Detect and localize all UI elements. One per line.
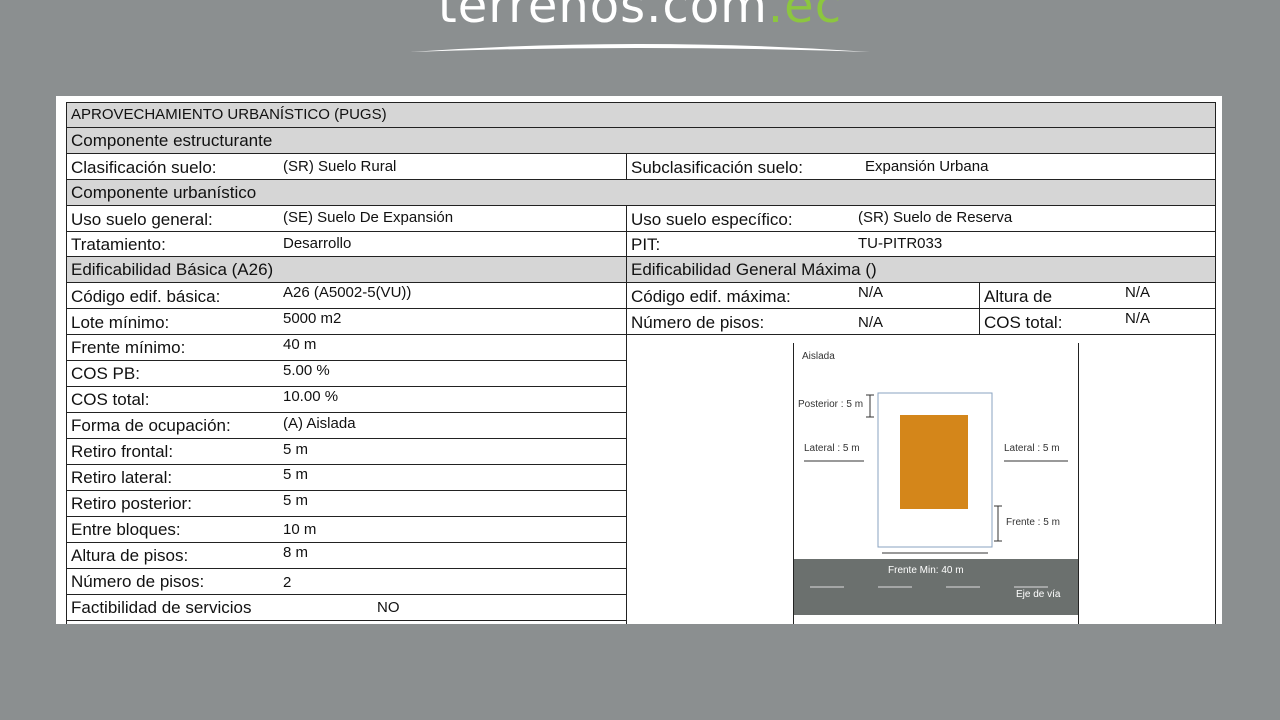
maxima-cos-value: N/A <box>1125 310 1151 327</box>
basica-row-label: Código edif. básica: <box>71 287 221 306</box>
basica-row-value: A26 (A5002-5(VU)) <box>283 284 412 301</box>
table-row: Retiro frontal: 5 m <box>67 439 627 465</box>
section-urbanistico: Componente urbanístico <box>67 180 1215 206</box>
table-row: Entre bloques: 10 m <box>67 517 627 543</box>
lateral-right-label: Lateral : 5 m <box>1004 443 1060 454</box>
maxima-cos-label: COS total: <box>984 313 1063 332</box>
basica-row-value: 10.00 % <box>283 388 339 405</box>
basica-row-label: COS total: <box>71 390 150 409</box>
eje-via-label: Eje de vía <box>1016 589 1061 600</box>
maxima-altura-value: N/A <box>1125 284 1151 301</box>
maxima-codigo-label: Código edif. máxima: <box>631 287 791 306</box>
basica-row-value: (A) Aislada <box>283 415 356 432</box>
basica-row-label: Retiro lateral: <box>71 468 173 487</box>
table-row: Tratamiento: Desarrollo PIT: TU-PITR033 <box>67 232 1215 257</box>
basica-row-value: 8 m <box>283 544 309 561</box>
table-row: COS total: 10.00 % <box>67 387 627 413</box>
basica-row-label: COS PB: <box>71 364 140 383</box>
table-row: Número de pisos: 2 <box>67 569 627 595</box>
basica-row-label: Retiro frontal: <box>71 442 174 461</box>
table-row: Código edif. básica: A26 (A5002-5(VU)) C… <box>67 283 1215 309</box>
urban-table: APROVECHAMIENTO URBANÍSTICO (PUGS) Compo… <box>66 102 1216 624</box>
basica-row-value: 5 m <box>283 441 309 458</box>
pit-value: TU-PITR033 <box>858 235 943 252</box>
document-sheet: APROVECHAMIENTO URBANÍSTICO (PUGS) Compo… <box>56 96 1222 624</box>
uso-general-label: Uso suelo general: <box>71 210 213 229</box>
uso-general-value: (SE) Suelo De Expansión <box>283 209 454 226</box>
basica-row-value: 5000 m2 <box>283 310 342 327</box>
table-row: Retiro posterior: 5 m <box>67 491 627 517</box>
table-row: Lote mínimo: 5000 m2 Número de pisos: N/… <box>67 309 1215 335</box>
basica-row-value: 5 m <box>283 466 309 483</box>
maxima-codigo-value: N/A <box>858 284 884 301</box>
basica-row-label: Factibilidad de servicios <box>71 598 252 617</box>
subclasificacion-label: Subclasificación suelo: <box>631 158 803 177</box>
logo-main-text: terrenos.com <box>437 0 768 34</box>
basica-row-value: 2 <box>283 574 292 591</box>
table-row: Clasificación suelo: (SR) Suelo Rural Su… <box>67 154 1215 180</box>
basica-row-value: 5.00 % <box>283 362 330 379</box>
section-estructurante: Componente estructurante <box>67 128 1215 154</box>
logo-swoosh-icon <box>410 44 870 52</box>
basica-row-value: 5 m <box>283 492 309 509</box>
table-header-row: APROVECHAMIENTO URBANÍSTICO (PUGS) <box>67 103 1215 128</box>
subclasificacion-value: Expansión Urbana <box>865 158 989 175</box>
table-row: Frente mínimo: 40 m <box>67 335 627 361</box>
building-footprint <box>900 415 968 509</box>
lateral-left-label: Lateral : 5 m <box>804 443 860 454</box>
maxima-heading: Edificabilidad General Máxima () <box>631 260 877 279</box>
logo-tld-text: .ec <box>767 0 843 34</box>
table-row: Retiro lateral: 5 m <box>67 465 627 491</box>
clasificacion-value: (SR) Suelo Rural <box>283 158 397 175</box>
uso-especifico-value: (SR) Suelo de Reserva <box>858 209 1013 226</box>
section-heading: Componente estructurante <box>71 131 273 150</box>
table-row: Uso suelo general: (SE) Suelo De Expansi… <box>67 206 1215 232</box>
frente-label: Frente : 5 m <box>1006 517 1060 528</box>
tratamiento-value: Desarrollo <box>283 235 352 252</box>
section-heading: Componente urbanístico <box>71 183 257 202</box>
table-row: Forma de ocupación: (A) Aislada <box>67 413 627 439</box>
maxima-altura-label: Altura de <box>984 287 1053 306</box>
table-row: Altura de pisos: 8 m <box>67 543 627 569</box>
basica-row-label: Entre bloques: <box>71 520 181 539</box>
basica-row-value: NO <box>377 599 400 616</box>
tratamiento-label: Tratamiento: <box>71 235 166 254</box>
clasificacion-label: Clasificación suelo: <box>71 158 217 177</box>
basica-row-label: Altura de pisos: <box>71 546 189 565</box>
site-logo[interactable]: terrenos.com.ec <box>410 0 870 56</box>
table-row: COS PB: 5.00 % <box>67 361 627 387</box>
basica-row-label: Número de pisos: <box>71 572 205 591</box>
table-row: Factibilidad de servicios NO <box>67 595 627 621</box>
basica-heading: Edificabilidad Básica (A26) <box>71 260 274 279</box>
section-edificabilidad: Edificabilidad Básica (A26) Edificabilid… <box>67 257 1215 283</box>
basica-row-value: 40 m <box>283 336 317 353</box>
basica-row-label: Forma de ocupación: <box>71 416 231 435</box>
frente-min-label: Frente Min: 40 m <box>888 565 964 576</box>
logo-text: terrenos.com.ec <box>410 0 870 34</box>
basica-row-label: Retiro posterior: <box>71 494 192 513</box>
basica-list: Frente mínimo: 40 m COS PB: 5.00 % COS t… <box>67 335 627 624</box>
basica-row-value: 10 m <box>283 521 317 538</box>
uso-especifico-label: Uso suelo específico: <box>631 210 793 229</box>
maxima-pisos-value: N/A <box>858 314 884 331</box>
setback-diagram: Aislada Posterior : 5 m Lateral: 5 m La… <box>793 343 1079 624</box>
setback-drawing <box>794 392 1078 615</box>
posterior-label: Posterior : 5 m <box>798 399 864 410</box>
maxima-pisos-label: Número de pisos: <box>631 313 765 332</box>
basica-row-label: Frente mínimo: <box>71 338 186 357</box>
table-title: APROVECHAMIENTO URBANÍSTICO (PUGS) <box>71 106 387 123</box>
pit-label: PIT: <box>631 235 661 254</box>
basica-row-label: Lote mínimo: <box>71 313 170 332</box>
